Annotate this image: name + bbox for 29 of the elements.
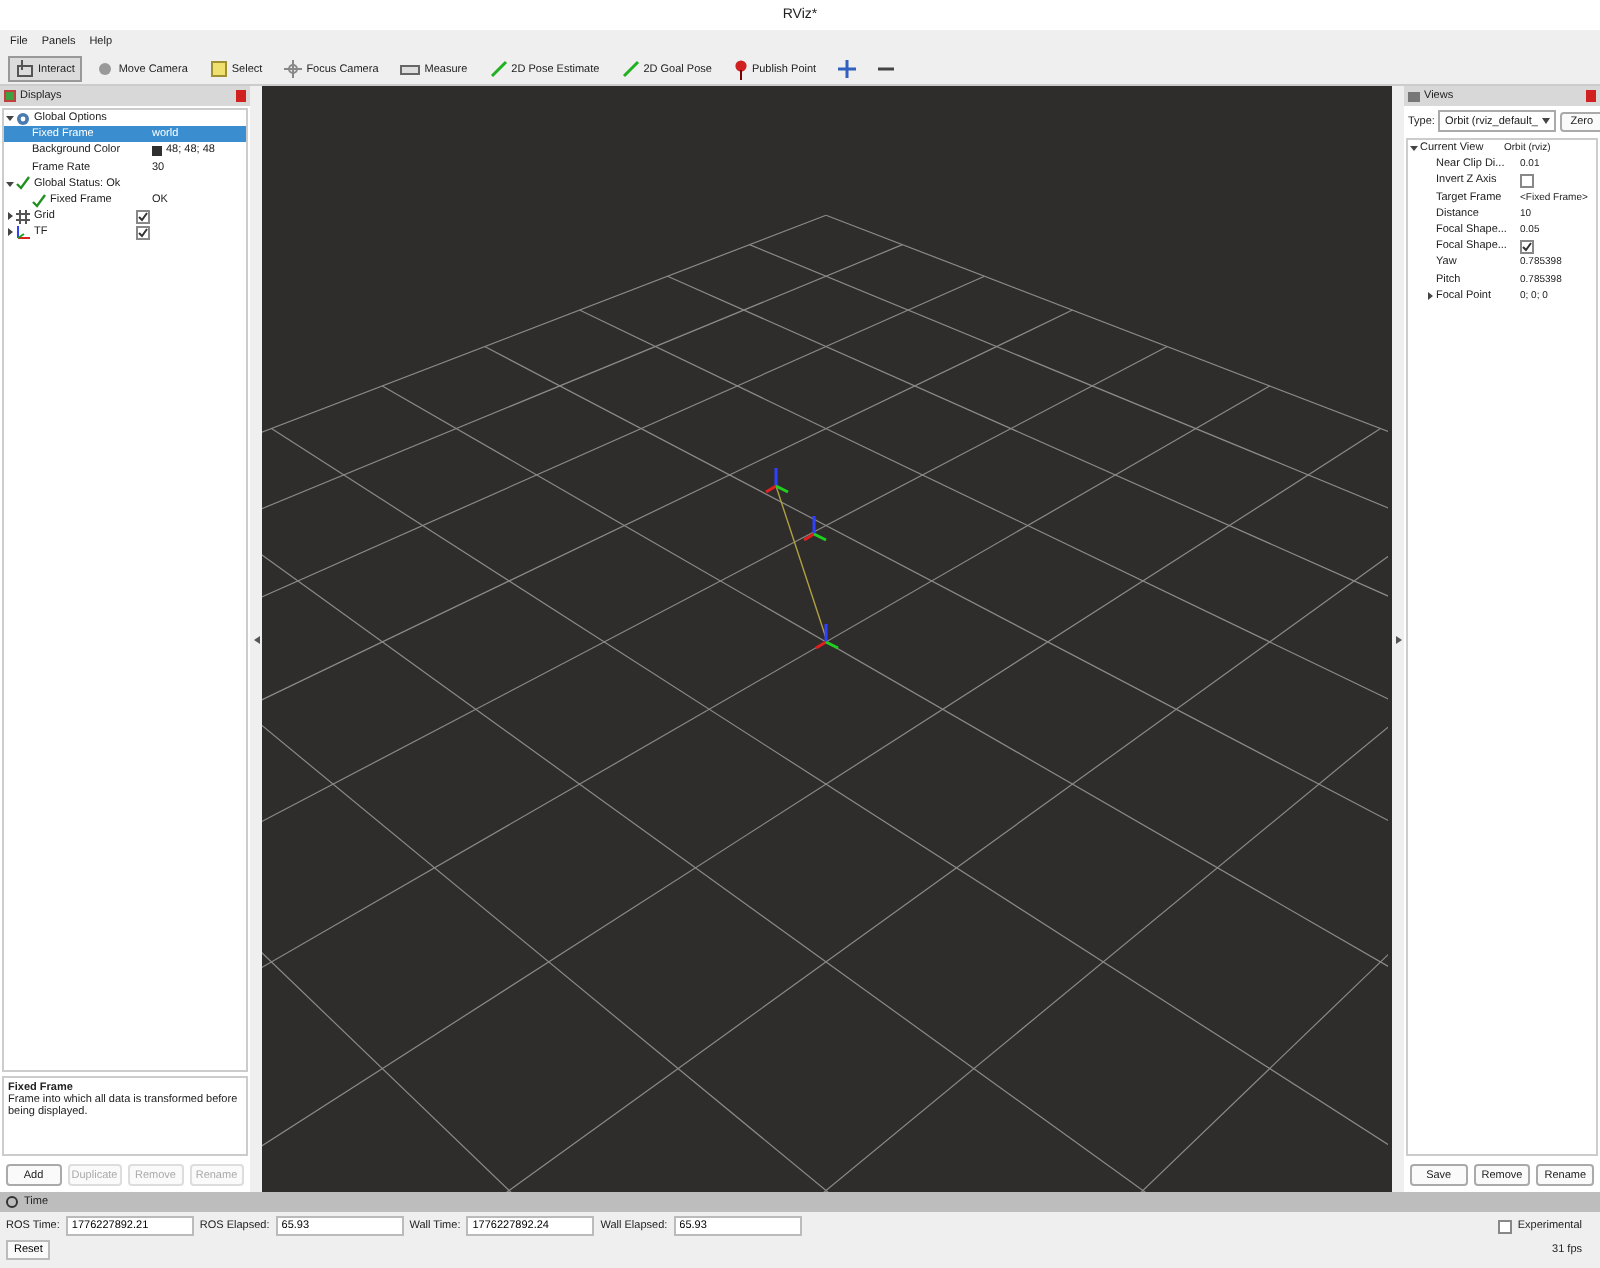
- collapse-arrow-icon[interactable]: [6, 114, 14, 123]
- tf-axes-icon: [803, 516, 827, 542]
- cursor-icon: [16, 60, 34, 78]
- axes-icon: [16, 225, 30, 240]
- collapse-arrow-icon[interactable]: [253, 635, 259, 643]
- checkbox[interactable]: [1520, 239, 1534, 254]
- crosshair-icon: [284, 60, 303, 78]
- gear-icon: [16, 111, 30, 126]
- color-swatch-icon: [152, 145, 162, 156]
- collapse-arrow-icon[interactable]: [6, 179, 14, 188]
- panel-icon: [4, 90, 16, 102]
- collapse-arrow-icon[interactable]: [1395, 635, 1401, 643]
- ruler-icon: [400, 63, 421, 75]
- tf-axes-icon: [765, 468, 789, 494]
- checkbox[interactable]: [1520, 173, 1534, 188]
- select-icon: [209, 60, 228, 78]
- checkbox[interactable]: [1497, 1219, 1512, 1233]
- expand-arrow-icon[interactable]: [1426, 291, 1434, 300]
- dropdown-caret-icon: [1541, 118, 1550, 124]
- pin-icon: [733, 59, 748, 79]
- grid-icon: [16, 209, 30, 224]
- tf-axes-icon: [815, 624, 839, 650]
- plus-icon: [838, 60, 857, 78]
- close-icon[interactable]: [6, 1196, 18, 1208]
- collapse-arrow-icon[interactable]: [1410, 144, 1418, 153]
- expand-arrow-icon[interactable]: [6, 212, 14, 221]
- checkbox[interactable]: [136, 225, 150, 240]
- expand-arrow-icon[interactable]: [6, 228, 14, 237]
- checkbox[interactable]: [136, 209, 150, 224]
